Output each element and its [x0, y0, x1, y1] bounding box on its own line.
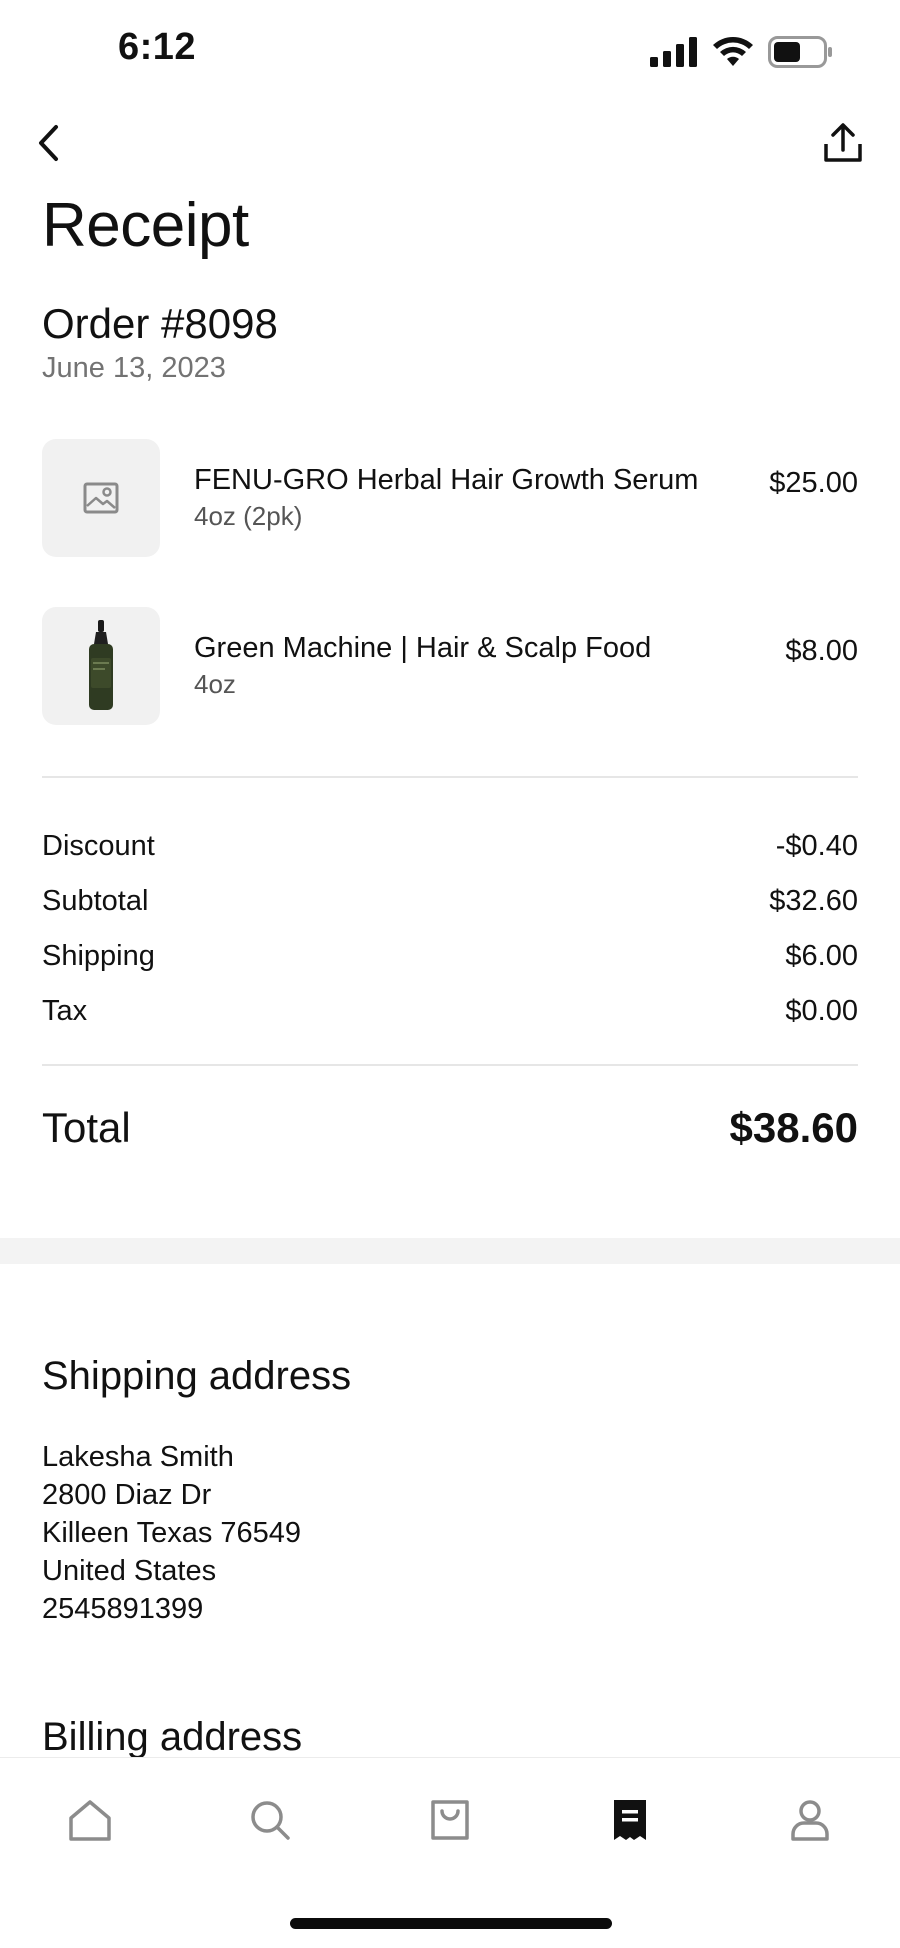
discount-value: -$0.40	[775, 830, 858, 862]
tab-orders[interactable]	[600, 1790, 660, 1850]
total-value: $38.60	[729, 1104, 858, 1151]
tab-bag[interactable]	[420, 1790, 480, 1850]
address-country: United States	[42, 1555, 217, 1587]
status-icons	[650, 36, 834, 68]
shopping-bag-icon	[431, 1800, 469, 1840]
shipping-value: $6.00	[785, 940, 858, 972]
order-date: June 13, 2023	[42, 352, 226, 384]
billing-address-title: Billing address	[42, 1715, 303, 1759]
item-variant: 4oz	[194, 669, 236, 699]
tab-search[interactable]	[240, 1790, 300, 1850]
tax-row: Tax $0.00	[42, 995, 858, 1028]
divider	[42, 776, 858, 778]
item-name: Green Machine | Hair & Scalp Food	[194, 632, 652, 664]
total-label: Total	[42, 1104, 131, 1151]
item-price: $25.00	[769, 467, 858, 499]
tab-profile[interactable]	[780, 1790, 840, 1850]
image-placeholder-icon	[83, 482, 119, 514]
tax-value: $0.00	[785, 995, 858, 1027]
shipping-row: Shipping $6.00	[42, 940, 858, 973]
page-title: Receipt	[42, 191, 249, 260]
home-icon	[69, 1800, 111, 1841]
receipt-icon	[614, 1800, 646, 1840]
shipping-address-title: Shipping address	[42, 1354, 352, 1398]
subtotal-value: $32.60	[769, 885, 858, 917]
tab-home[interactable]	[60, 1790, 120, 1850]
divider	[42, 1064, 858, 1066]
order-number: Order #8098	[42, 300, 278, 347]
item-variant: 4oz (2pk)	[194, 501, 303, 531]
item-name: FENU-GRO Herbal Hair Growth Serum	[194, 464, 699, 496]
total-row: Total $38.60	[42, 1104, 858, 1152]
address-phone: 2545891399	[42, 1593, 204, 1625]
back-button[interactable]	[36, 118, 76, 168]
item-thumbnail	[42, 607, 160, 725]
discount-row: Discount -$0.40	[42, 830, 858, 863]
status-time: 6:12	[118, 26, 197, 68]
item-thumbnail	[42, 439, 160, 557]
address-name: Lakesha Smith	[42, 1441, 234, 1473]
section-separator	[0, 1238, 900, 1264]
battery-icon	[768, 36, 832, 68]
item-price: $8.00	[785, 635, 858, 667]
address-city: Killeen Texas 76549	[42, 1517, 302, 1549]
signal-icon	[650, 37, 697, 67]
search-icon	[251, 1801, 290, 1840]
list-item[interactable]: FENU-GRO Herbal Hair Growth Serum 4oz (2…	[42, 439, 858, 557]
address-street: 2800 Diaz Dr	[42, 1479, 212, 1511]
chevron-left-icon	[39, 125, 58, 161]
subtotal-row: Subtotal $32.60	[42, 885, 858, 918]
shipping-address: Lakesha Smith 2800 Diaz Dr Killeen Texas…	[42, 1438, 301, 1628]
subtotal-label: Subtotal	[42, 885, 149, 917]
list-item[interactable]: Green Machine | Hair & Scalp Food 4oz $8…	[42, 607, 858, 725]
tax-label: Tax	[42, 995, 88, 1027]
share-button[interactable]	[818, 118, 868, 168]
home-indicator	[290, 1918, 612, 1929]
wifi-icon	[713, 37, 753, 66]
profile-icon	[791, 1800, 829, 1841]
shipping-label: Shipping	[42, 940, 155, 972]
discount-label: Discount	[42, 830, 155, 862]
product-bottle-image	[89, 620, 113, 710]
share-icon	[824, 123, 862, 162]
